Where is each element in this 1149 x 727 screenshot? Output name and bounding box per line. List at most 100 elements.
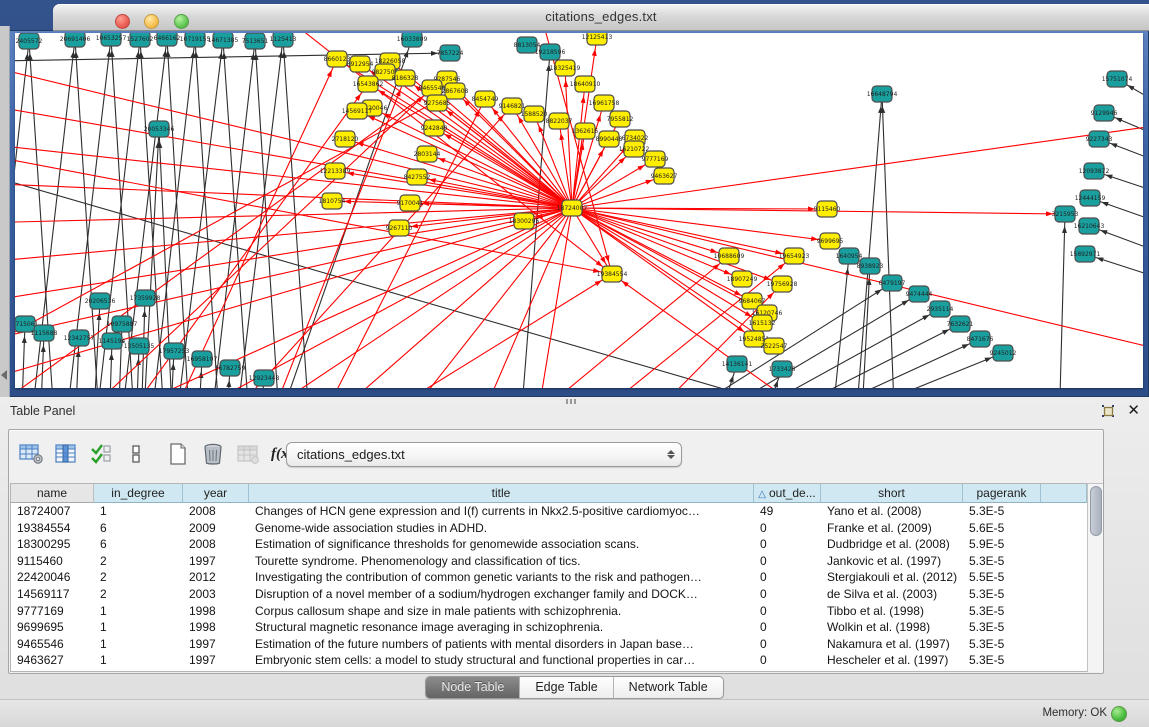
network-node-label: 16648794	[867, 91, 898, 98]
network-edge[interactable]	[175, 40, 223, 388]
network-node-label: 1527602	[127, 36, 154, 43]
network-node-label: 7632621	[947, 321, 974, 328]
cell-in_degree: 6	[94, 536, 183, 553]
network-edge[interactable]	[223, 40, 250, 388]
cell-title: Tourette syndrome. Phenomenology and cla…	[249, 553, 754, 570]
network-node-label: 15892971	[1070, 251, 1101, 258]
network-canvas[interactable]: 1872400786601238912954182260589827508165…	[15, 33, 1143, 388]
network-node-label: 15751074	[1102, 76, 1133, 83]
cell-short: Jankovic et al. (1997)	[821, 553, 963, 570]
network-edge[interactable]	[357, 111, 572, 208]
network-edge[interactable]	[685, 294, 919, 388]
column-header-pagerank[interactable]: pagerank	[963, 484, 1041, 503]
tab-node-table[interactable]: Node Table	[426, 677, 520, 698]
network-table-selector[interactable]: citations_edges.txt	[286, 442, 682, 467]
show-columns-icon[interactable]	[53, 441, 79, 467]
network-edge[interactable]	[155, 208, 572, 388]
column-header-title[interactable]: title	[249, 484, 754, 503]
collapse-panel-arrow-icon[interactable]	[1, 370, 7, 380]
network-edge[interactable]	[572, 84, 585, 208]
table-row[interactable]: 2242004622012Investigating the contribut…	[11, 569, 1087, 586]
tab-edge-table[interactable]: Edge Table	[520, 677, 613, 698]
network-edge[interactable]	[21, 324, 25, 388]
table-options-icon[interactable]	[18, 441, 44, 467]
column-header-name[interactable]: name	[11, 484, 94, 503]
cell-out_de: 0	[754, 553, 821, 570]
cell-short: Stergiakouli et al. (2012)	[821, 569, 963, 586]
cell-name: 22420046	[11, 569, 94, 586]
network-edge[interactable]	[612, 274, 835, 388]
network-edge[interactable]	[15, 41, 29, 388]
network-edge[interactable]	[775, 339, 980, 388]
create-column-icon[interactable]	[165, 441, 191, 467]
table-row[interactable]: 1830029562008Estimation of significance …	[11, 536, 1087, 553]
network-node-label: 9146821	[499, 103, 526, 110]
cell-year: 2003	[183, 586, 249, 603]
network-edge[interactable]	[165, 59, 337, 388]
cell-short: Dudbridge et al. (2008)	[821, 536, 963, 553]
column-header-out_de[interactable]: △out_de...	[754, 484, 821, 503]
cell-short: Tibbo et al. (1998)	[821, 603, 963, 620]
table-row[interactable]: 1938455462009Genome-wide association stu…	[11, 520, 1087, 537]
network-node-label: 7857224	[437, 50, 464, 57]
table-row[interactable]: 969969511998Structural magnetic resonanc…	[11, 619, 1087, 636]
network-edge[interactable]	[15, 208, 572, 303]
tab-network-table[interactable]: Network Table	[614, 677, 723, 698]
cell-name: 9777169	[11, 603, 94, 620]
table-row[interactable]: 1872400712008Changes of HCN gene express…	[11, 503, 1087, 520]
network-node-label: 20691406	[60, 36, 91, 43]
column-header-short[interactable]: short	[821, 484, 963, 503]
network-edge[interactable]	[283, 39, 310, 388]
table-header-row: namein_degreeyeartitle△out_de...shortpag…	[11, 484, 1087, 503]
network-node-label: 8471676	[967, 336, 994, 343]
network-edge[interactable]	[355, 274, 612, 388]
cell-title: Embryonic stem cells: a model to study s…	[249, 652, 754, 669]
cell-pagerank: 5.6E-5	[963, 520, 1041, 537]
column-header-in_degree[interactable]: in_degree	[94, 484, 183, 503]
delete-column-icon[interactable]	[200, 441, 226, 467]
table-row[interactable]: 946554611997Estimation of the future num…	[11, 636, 1087, 653]
network-edge[interactable]	[882, 94, 895, 388]
cell-name: 9465546	[11, 636, 94, 653]
cell-year: 2012	[183, 569, 249, 586]
network-node-label: 20206536	[85, 298, 116, 305]
network-node-label: 2867608	[442, 88, 469, 95]
network-edge[interactable]	[15, 208, 572, 263]
network-edge[interactable]	[150, 39, 195, 388]
select-rows-icon[interactable]	[88, 441, 114, 467]
network-graph[interactable]: 1872400786601238912954182260589827508165…	[15, 33, 1143, 388]
table-row[interactable]: 977716911998Corpus callosum shape and si…	[11, 603, 1087, 620]
network-node-label: 10688609	[714, 253, 745, 260]
cell-name: 18724007	[11, 503, 94, 520]
network-edge[interactable]	[572, 208, 1143, 353]
network-node-label: 19218596	[535, 49, 566, 56]
desktop-background: 1872400786601238912954182260589827508165…	[0, 0, 1149, 397]
cell-name: 18300295	[11, 536, 94, 553]
network-window-frame: 1872400786601238912954182260589827508165…	[9, 30, 1149, 397]
table-vertical-scrollbar[interactable]	[1087, 483, 1103, 672]
network-node-label: 6466162	[154, 35, 181, 42]
network-edge[interactable]	[1059, 214, 1065, 388]
network-view-window: 1872400786601238912954182260589827508165…	[9, 4, 1149, 397]
network-node-label: 2405572	[16, 38, 43, 45]
network-edge[interactable]	[235, 39, 283, 388]
table-panel-titlebar: Table Panel ✕	[0, 397, 1149, 425]
column-header-year[interactable]: year	[183, 484, 249, 503]
network-window-titlebar[interactable]: citations_edges.txt	[53, 4, 1149, 31]
cell-short: Hescheler et al. (1997)	[821, 652, 963, 669]
network-edge[interactable]	[395, 208, 572, 388]
table-row[interactable]: 946362711997Embryonic stem cells: a mode…	[11, 652, 1087, 669]
cell-out_de: 49	[754, 503, 821, 520]
table-row[interactable]: 1456911722003Disruption of a novel membe…	[11, 586, 1087, 603]
network-node-label: 8427552	[404, 174, 431, 181]
network-node-label: 16782759	[215, 365, 246, 372]
table-toolbar: f(x) citations_edges.txt	[9, 430, 1103, 478]
close-panel-icon[interactable]: ✕	[1127, 401, 1140, 419]
network-edge[interactable]	[805, 353, 1003, 388]
float-panel-icon[interactable]	[1100, 403, 1117, 420]
table-row[interactable]: 911546021997Tourette syndrome. Phenomeno…	[11, 553, 1087, 570]
row-height-icon[interactable]	[123, 441, 149, 467]
scrollbar-thumb[interactable]	[1090, 486, 1102, 536]
cell-title: Investigating the contribution of common…	[249, 569, 754, 586]
network-edge[interactable]	[855, 94, 882, 388]
